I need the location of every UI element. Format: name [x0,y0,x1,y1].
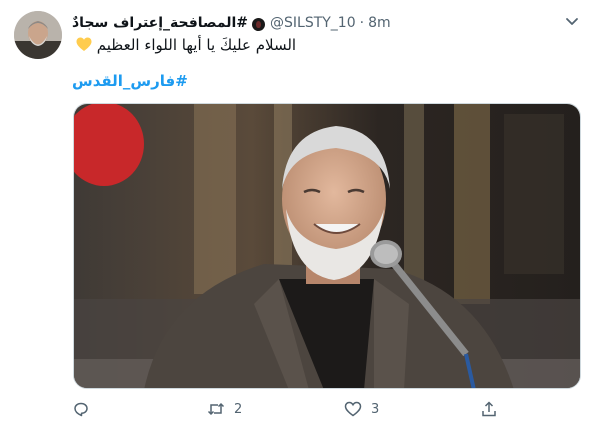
handle[interactable]: @SILSTY_10 [270,15,356,31]
reply-icon [74,402,88,417]
photo-image [74,104,580,388]
display-name[interactable]: #المصافحة_إعتراف سجادٌ [72,15,248,31]
tweet-text-body: السلام عليكَ يا أيها اللواء العظيم [96,36,297,54]
share-icon [482,401,496,417]
tweet-header: #المصافحة_إعتراف سجادٌ @SILSTY_10 · 8m [72,12,551,34]
retweet-button[interactable]: 2 [207,398,242,420]
emoji-badge-icon [252,17,265,31]
chevron-down-icon [566,18,578,25]
retweet-icon [207,402,225,416]
like-button[interactable]: 3 [344,398,379,420]
yellow-heart-icon [76,37,92,51]
like-count: 3 [371,401,380,417]
tweet-media-photo[interactable] [73,103,581,389]
more-button[interactable] [561,10,583,32]
avatar[interactable] [14,11,62,59]
tweet-card[interactable]: #المصافحة_إعتراف سجادٌ @SILSTY_10 · 8m ا… [0,0,591,427]
share-button[interactable] [480,398,498,420]
hashtag-link[interactable]: #فارس_القدس [72,72,584,94]
timestamp[interactable]: 8m [368,15,391,31]
tweet-text: السلام عليكَ يا أيها اللواء العظيم [72,34,584,58]
avatar-image [14,11,62,59]
retweet-count: 2 [234,401,243,417]
like-icon [344,401,362,417]
meta-separator: · [359,15,365,31]
reply-button[interactable] [72,398,99,420]
tweet-actions: 2 3 [72,398,502,420]
